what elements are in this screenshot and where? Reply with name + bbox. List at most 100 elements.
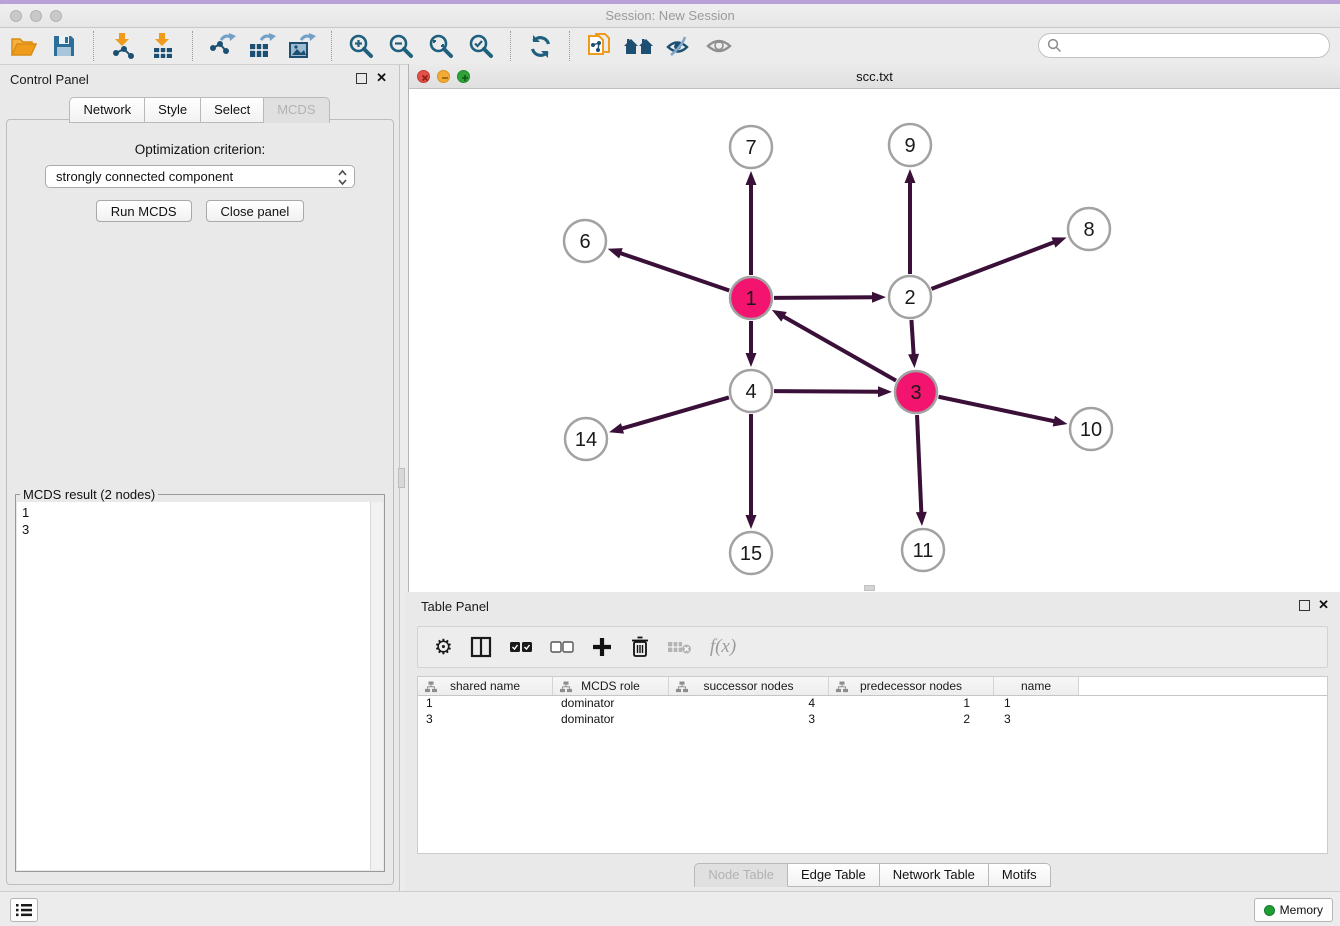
refresh-layout-button[interactable]: [520, 30, 560, 62]
tab-network[interactable]: Network: [69, 97, 145, 123]
tab-network-table[interactable]: Network Table: [880, 863, 989, 887]
edge-3-10[interactable]: [939, 397, 1057, 422]
column-header-predecessor-nodes[interactable]: predecessor nodes: [829, 677, 994, 695]
edge-1-2[interactable]: [774, 297, 875, 298]
edge-1-6[interactable]: [618, 252, 729, 290]
node-4[interactable]: 4: [730, 370, 772, 412]
edge-2-8[interactable]: [932, 241, 1057, 288]
zoom-selected-button[interactable]: [461, 30, 501, 62]
node-6[interactable]: 6: [564, 220, 606, 262]
float-panel-icon[interactable]: [1299, 600, 1310, 611]
node-1[interactable]: 1: [730, 277, 772, 319]
delete-table-button[interactable]: [667, 633, 693, 661]
export-network-button[interactable]: [202, 30, 242, 62]
import-network-button[interactable]: [103, 30, 143, 62]
table-cell[interactable]: dominator: [553, 696, 669, 712]
table-settings-button[interactable]: ⚙: [434, 633, 453, 661]
zoom-in-button[interactable]: [341, 30, 381, 62]
canvas-splitter-handle[interactable]: [864, 585, 875, 591]
column-header-name[interactable]: name: [994, 677, 1079, 695]
edge-arrowhead: [608, 248, 623, 258]
task-history-button[interactable]: [10, 898, 38, 922]
export-table-button[interactable]: [242, 30, 282, 62]
deselect-all-button[interactable]: [550, 633, 574, 661]
node-table[interactable]: shared nameMCDS rolesuccessor nodesprede…: [417, 676, 1328, 854]
node-9[interactable]: 9: [889, 124, 931, 166]
edge-2-3[interactable]: [911, 320, 913, 357]
network-canvas[interactable]: 7 9 6 8 1 2 4 3 14 10 15 11: [409, 89, 1340, 592]
clone-network-button[interactable]: [579, 30, 619, 62]
node-11[interactable]: 11: [902, 529, 944, 571]
tab-style[interactable]: Style: [145, 97, 201, 123]
open-session-button[interactable]: [4, 30, 44, 62]
tab-mcds[interactable]: MCDS: [264, 97, 329, 123]
tab-select[interactable]: Select: [201, 97, 264, 123]
gear-icon: ⚙: [434, 636, 453, 658]
table-panel-tabs: Node TableEdge TableNetwork TableMotifs: [405, 863, 1340, 887]
close-panel-button[interactable]: Close panel: [206, 200, 305, 222]
select-all-button[interactable]: [509, 633, 533, 661]
search-input[interactable]: [1038, 33, 1330, 58]
table-cell[interactable]: 1: [418, 696, 553, 712]
node-14[interactable]: 14: [565, 418, 607, 460]
save-session-icon: [51, 33, 77, 59]
hierarchy-icon: [425, 681, 437, 693]
column-header-MCDS-role[interactable]: MCDS role: [553, 677, 669, 695]
export-image-button[interactable]: [282, 30, 322, 62]
memory-button[interactable]: Memory: [1254, 898, 1333, 922]
save-session-button[interactable]: [44, 30, 84, 62]
edge-4-3[interactable]: [774, 391, 881, 392]
panel-splitter-handle[interactable]: [398, 468, 405, 488]
export-table-icon: [247, 32, 277, 60]
close-panel-icon[interactable]: ✕: [376, 71, 387, 85]
edge-4-14[interactable]: [620, 397, 729, 429]
table-row[interactable]: 3dominator323: [418, 712, 1327, 728]
node-8[interactable]: 8: [1068, 208, 1110, 250]
delete-column-button[interactable]: [630, 633, 650, 661]
table-cell[interactable]: 3: [418, 712, 553, 728]
network-graph[interactable]: 7 9 6 8 1 2 4 3 14 10 15 11: [409, 89, 1340, 592]
table-cell[interactable]: 3: [994, 712, 1079, 728]
criterion-select[interactable]: strongly connected component: [45, 165, 355, 188]
node-3[interactable]: 3: [895, 371, 937, 413]
run-mcds-button[interactable]: Run MCDS: [96, 200, 192, 222]
table-cell[interactable]: 2: [829, 712, 994, 728]
node-2[interactable]: 2: [889, 276, 931, 318]
import-table-icon: [149, 32, 177, 60]
mcds-result-text[interactable]: 13: [17, 502, 383, 870]
node-10[interactable]: 10: [1070, 408, 1112, 450]
close-panel-icon[interactable]: ✕: [1318, 598, 1329, 612]
add-column-button[interactable]: [591, 633, 613, 661]
result-scrollbar[interactable]: [370, 502, 383, 870]
main-toolbar: [0, 28, 1340, 65]
table-row[interactable]: 1dominator411: [418, 696, 1327, 712]
table-cell[interactable]: 4: [669, 696, 829, 712]
zoom-out-button[interactable]: [381, 30, 421, 62]
table-cell[interactable]: 1: [829, 696, 994, 712]
tab-edge-table[interactable]: Edge Table: [788, 863, 880, 887]
clone-network-icon: [585, 32, 613, 60]
edge-arrowhead: [916, 512, 927, 526]
edge-3-11[interactable]: [917, 415, 921, 515]
table-cell[interactable]: dominator: [553, 712, 669, 728]
toolbar-separator: [192, 31, 193, 61]
import-table-button[interactable]: [143, 30, 183, 62]
tab-motifs[interactable]: Motifs: [989, 863, 1051, 887]
tab-node-table[interactable]: Node Table: [694, 863, 788, 887]
zoom-fit-button[interactable]: [421, 30, 461, 62]
show-hidden-button[interactable]: [699, 30, 739, 62]
table-cell[interactable]: 3: [669, 712, 829, 728]
edge-3-1[interactable]: [781, 315, 896, 380]
edge-arrowhead: [746, 171, 757, 185]
apply-function-button[interactable]: f(x): [710, 633, 736, 661]
hide-panels-button[interactable]: [659, 30, 699, 62]
home-button[interactable]: [619, 30, 659, 62]
column-header-successor-nodes[interactable]: successor nodes: [669, 677, 829, 695]
delete-table-icon: [667, 638, 693, 656]
node-15[interactable]: 15: [730, 532, 772, 574]
float-panel-icon[interactable]: [356, 73, 367, 84]
node-7[interactable]: 7: [730, 126, 772, 168]
show-columns-button[interactable]: [470, 633, 492, 661]
table-cell[interactable]: 1: [994, 696, 1079, 712]
column-header-shared-name[interactable]: shared name: [418, 677, 553, 695]
